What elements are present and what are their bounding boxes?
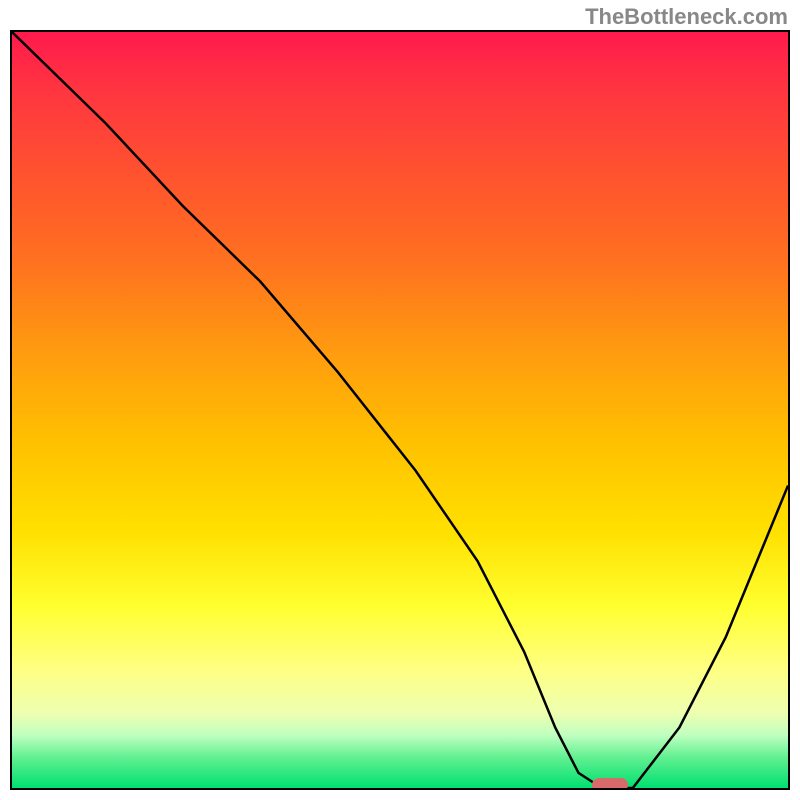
bottleneck-curve	[12, 32, 788, 788]
optimal-point-marker	[592, 778, 628, 790]
chart-frame	[10, 30, 790, 790]
watermark-text: TheBottleneck.com	[585, 4, 788, 30]
